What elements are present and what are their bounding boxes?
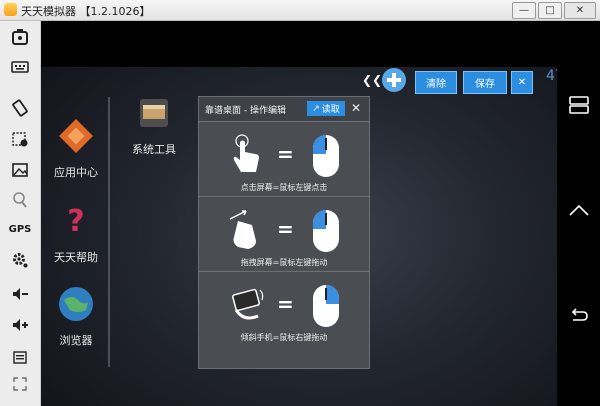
- package-icon: [12, 29, 28, 45]
- gesture-caption: 拖拽屏幕=鼠标左键拖动: [240, 258, 328, 267]
- globe-icon: [59, 287, 93, 321]
- app-center-shortcut[interactable]: 应用中心: [41, 116, 111, 180]
- gamepad-icon: [387, 73, 401, 87]
- tap-gesture-icon: [233, 134, 259, 172]
- tilt-phone-gesture-icon: [232, 288, 264, 320]
- rotate-screen-icon: [12, 99, 28, 117]
- screenshot-button[interactable]: [8, 128, 32, 150]
- left-toolbar: GPS: [0, 21, 41, 406]
- back-icon: [571, 308, 588, 321]
- app-center-icon: [59, 119, 93, 153]
- fullscreen-button[interactable]: [8, 373, 32, 395]
- app-logo-icon: [4, 3, 17, 16]
- back-button[interactable]: [564, 300, 594, 330]
- gesture-caption: 倾斜手机=鼠标右键拖动: [240, 333, 328, 342]
- close-keymap-button[interactable]: ✕: [511, 71, 533, 94]
- svg-text:?: ?: [67, 204, 84, 239]
- dialog-close-button[interactable]: ✕: [351, 101, 361, 115]
- maximize-button[interactable]: □: [538, 2, 562, 19]
- gps-button[interactable]: GPS: [8, 218, 32, 240]
- menu-icon: [13, 351, 27, 364]
- status-strip: [41, 21, 557, 67]
- equals-sign: =: [277, 142, 294, 166]
- window-titlebar: 天天模拟器 【1.2.1026】 — □ ✕: [0, 0, 600, 21]
- broom-icon: [13, 192, 27, 208]
- mouse-right-drag-icon: [313, 285, 339, 327]
- clear-button[interactable]: 清除: [415, 71, 457, 94]
- keyboard-icon: [11, 61, 29, 73]
- import-image-button[interactable]: [8, 159, 32, 181]
- equals-sign: =: [277, 292, 294, 316]
- share-icon: ↗: [312, 103, 320, 114]
- operation-edit-dialog: 靠谱桌面 - 操作编辑 ↗ 读取 ✕ = 点击屏幕=鼠标左键点击 = 拖拽屏幕=…: [198, 96, 370, 369]
- question-mark-icon: ?: [67, 204, 84, 239]
- fullscreen-icon: [13, 377, 27, 391]
- emulator-screen[interactable]: 应用中心 ? 天天帮助 浏览器 系统工具 ❮❮ 清除 保存 ✕ 47 靠谱桌面 …: [41, 21, 557, 406]
- gesture-panel: = 倾斜手机=鼠标右键拖动: [199, 271, 369, 368]
- window-title: 天天模拟器 【1.2.1026】: [21, 5, 151, 18]
- dialog-title: 靠谱桌面 - 操作编辑: [205, 106, 286, 116]
- mouse-left-click-icon: [313, 135, 339, 177]
- clean-memory-button[interactable]: [8, 189, 32, 211]
- system-tools-shortcut[interactable]: 系统工具: [119, 93, 189, 157]
- dialog-header: 靠谱桌面 - 操作编辑 ↗ 读取 ✕: [199, 97, 369, 121]
- app-label: 浏览器: [59, 334, 93, 347]
- mouse-left-drag-icon: [313, 210, 339, 252]
- status-clock: 47: [546, 68, 557, 84]
- toolbox-icon: [140, 99, 168, 127]
- image-icon: [12, 163, 28, 177]
- menu-button[interactable]: [8, 346, 32, 368]
- apk-install-button[interactable]: [8, 26, 32, 48]
- gear-icon: [13, 253, 28, 268]
- save-button[interactable]: 保存: [463, 71, 507, 94]
- app-label: 应用中心: [54, 166, 98, 179]
- window-controls: — □ ✕: [512, 2, 596, 19]
- volume-up-button[interactable]: [8, 314, 32, 336]
- volume-up-icon: [13, 319, 28, 331]
- volume-down-button[interactable]: [8, 283, 32, 305]
- android-nav-bar: [557, 21, 600, 406]
- volume-down-icon: [13, 288, 28, 300]
- gesture-panel: = 拖拽屏幕=鼠标左键拖动: [199, 196, 369, 271]
- gamepad-button[interactable]: [382, 68, 406, 92]
- read-label: 读取: [321, 105, 340, 115]
- rotate-button[interactable]: [8, 97, 32, 119]
- settings-button[interactable]: [8, 249, 32, 271]
- read-button[interactable]: ↗ 读取: [307, 101, 345, 116]
- app-label: 系统工具: [132, 143, 176, 156]
- gesture-panel: = 点击屏幕=鼠标左键点击: [199, 121, 369, 196]
- home-icon: [569, 204, 589, 216]
- home-button[interactable]: [564, 196, 594, 226]
- recent-apps-icon: [569, 96, 589, 114]
- close-window-button[interactable]: ✕: [564, 2, 596, 19]
- browser-shortcut[interactable]: 浏览器: [41, 284, 111, 348]
- collapse-arrows-icon[interactable]: ❮❮: [362, 73, 382, 87]
- gesture-caption: 点击屏幕=鼠标左键点击: [240, 183, 328, 192]
- recent-apps-button[interactable]: [564, 90, 594, 120]
- help-shortcut[interactable]: ? 天天帮助: [41, 201, 111, 265]
- minimize-button[interactable]: —: [512, 2, 536, 19]
- keyboard-button[interactable]: [8, 56, 32, 78]
- equals-sign: =: [277, 217, 294, 241]
- app-label: 天天帮助: [54, 251, 98, 264]
- drag-gesture-icon: [229, 210, 256, 249]
- camera-icon: [12, 132, 28, 147]
- gps-label: GPS: [8, 223, 32, 235]
